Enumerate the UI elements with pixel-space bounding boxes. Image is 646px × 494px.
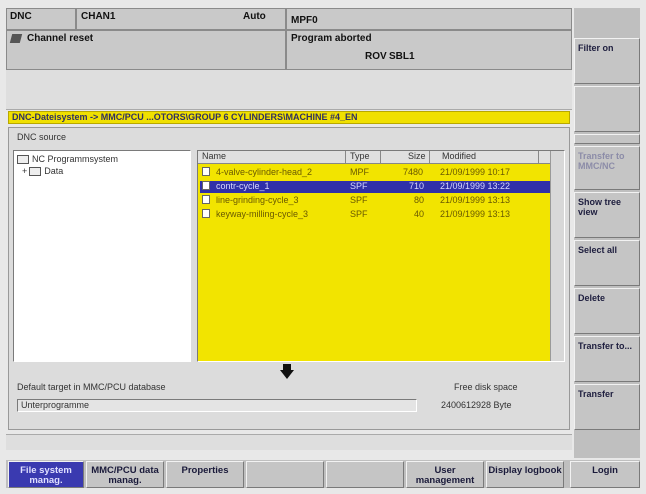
col-header-size[interactable]: Size	[408, 151, 426, 161]
col-header-name[interactable]: Name	[202, 151, 226, 161]
folder-open-icon	[17, 155, 29, 165]
main-panel: DNC source NC Programmsystem + Data Name …	[8, 127, 570, 430]
softkey-display-logbook[interactable]: Display logbook	[486, 461, 564, 488]
indicator-rov: ROV	[365, 51, 387, 62]
table-row[interactable]: 4-valve-cylinder-head_2 MPF 7480 21/09/1…	[200, 167, 550, 179]
op-mode-label: Auto	[243, 11, 266, 22]
softkey-blank-h5[interactable]	[326, 461, 404, 488]
softkey-transfer-to[interactable]: Transfer to...	[574, 336, 640, 382]
program-status-bar: Program aborted ROV SBL1	[286, 30, 572, 70]
folder-icon	[29, 167, 42, 177]
vertical-scrollbar[interactable]	[550, 151, 564, 361]
softkey-blank-3[interactable]	[574, 134, 640, 144]
table-row[interactable]: contr-cycle_1 SPF 710 21/09/1999 13:22	[200, 181, 550, 193]
file-list-header: Name Type Size Modified	[198, 151, 550, 164]
softkey-login[interactable]: Login	[570, 461, 640, 488]
softkey-blank-h4[interactable]	[246, 461, 324, 488]
softkey-delete[interactable]: Delete	[574, 288, 640, 334]
tree-item-nc-programmsystem[interactable]: NC Programmsystem	[17, 154, 118, 166]
expand-plus-icon[interactable]: +	[22, 166, 27, 176]
horizontal-softkey-bar: File system manag. MMC/PCU data manag. P…	[6, 460, 640, 488]
file-list[interactable]: Name Type Size Modified 4-valve-cylinder…	[197, 150, 565, 362]
channel-label: CHAN1	[81, 11, 116, 22]
dnc-source-label: DNC source	[17, 132, 67, 142]
default-target-label: Default target in MMC/PCU database	[17, 382, 166, 392]
free-space-value: 2400612928 Byte	[441, 400, 512, 410]
path-bar: DNC-Dateisystem -> MMC/PCU ...OTORS\GROU…	[8, 111, 570, 124]
softkey-select-all[interactable]: Select all	[574, 240, 640, 286]
path-text: DNC-Dateisystem -> MMC/PCU ...OTORS\GROU…	[12, 112, 358, 122]
table-row[interactable]: line-grinding-cycle_3 SPF 80 21/09/1999 …	[200, 195, 550, 207]
table-row[interactable]: keyway-milling-cycle_3 SPF 40 21/09/1999…	[200, 209, 550, 221]
reset-icon	[9, 34, 23, 43]
file-icon	[202, 195, 210, 204]
tree-view[interactable]: NC Programmsystem + Data	[13, 150, 191, 362]
vertical-softkey-bar: Filter on Transfer to MMC/NC Show tree v…	[574, 8, 640, 458]
softkey-user-management[interactable]: User management	[406, 461, 484, 488]
file-icon	[202, 181, 210, 190]
target-field[interactable]: Unterprogramme	[17, 399, 417, 412]
softkey-transfer-to-mmc-nc[interactable]: Transfer to MMC/NC	[574, 146, 640, 190]
header-program-cell: MPF0	[286, 8, 572, 30]
col-header-type[interactable]: Type	[350, 151, 370, 161]
softkey-file-system-manag[interactable]: File system manag.	[8, 461, 84, 488]
file-icon	[202, 167, 210, 176]
program-status-text: Program aborted	[291, 33, 372, 44]
col-header-modified[interactable]: Modified	[442, 151, 476, 161]
softkey-transfer[interactable]: Transfer	[574, 384, 640, 430]
message-line	[6, 70, 572, 110]
indicator-sbl: SBL1	[389, 51, 415, 62]
free-space-label: Free disk space	[454, 382, 518, 392]
tree-item-data[interactable]: + Data	[22, 166, 63, 178]
channel-status-bar: Channel reset	[6, 30, 286, 70]
softkey-mmc-pcu-data-manag[interactable]: MMC/PCU data manag.	[86, 461, 164, 488]
status-line	[6, 434, 572, 450]
channel-status-text: Channel reset	[27, 33, 94, 44]
softkey-properties[interactable]: Properties	[166, 461, 244, 488]
header-mode-cell: DNC	[6, 8, 76, 30]
mode-label: DNC	[10, 11, 32, 22]
program-name: MPF0	[291, 15, 318, 26]
softkey-blank-2[interactable]	[574, 86, 640, 132]
softkey-show-tree-view[interactable]: Show tree view	[574, 192, 640, 238]
softkey-filter-on[interactable]: Filter on	[574, 38, 640, 84]
header-channel-cell: CHAN1 Auto	[76, 8, 286, 30]
file-icon	[202, 209, 210, 218]
